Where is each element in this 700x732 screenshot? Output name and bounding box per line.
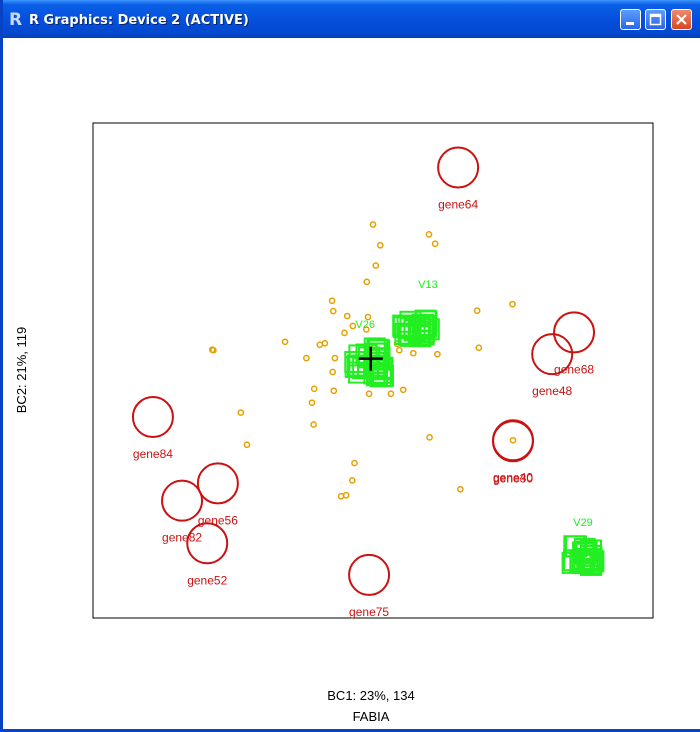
minimize-icon — [626, 22, 634, 25]
gene-point — [310, 385, 318, 393]
gene-point — [372, 262, 380, 269]
gene-point — [457, 485, 464, 493]
close-icon — [676, 14, 687, 25]
gene-label-gene75: gene75 — [349, 605, 389, 619]
gene-point — [328, 297, 336, 305]
gene-point — [509, 436, 517, 444]
y-axis-label: BC2: 21%, 119 — [14, 327, 29, 413]
gene-point — [341, 329, 348, 337]
gene-point — [243, 441, 251, 449]
gene-point — [343, 312, 351, 320]
gene-label-gene82: gene82 — [162, 531, 202, 545]
maximize-icon — [649, 13, 662, 26]
close-button[interactable] — [671, 9, 692, 30]
gene-point — [409, 349, 417, 357]
gene-point — [348, 477, 356, 484]
gene-circle-gene75 — [348, 553, 391, 596]
gene-circle-gene82 — [161, 479, 204, 522]
gene-point — [387, 390, 395, 398]
gene-point — [308, 399, 316, 407]
gene-point — [337, 492, 345, 500]
sample-label: V13 — [418, 279, 438, 291]
gene-point — [303, 354, 310, 362]
r-logo-icon: R — [9, 10, 23, 30]
sample-label: V26 — [355, 319, 375, 331]
gene-circle-gene68 — [553, 311, 596, 354]
window-title: R Graphics: Device 2 (ACTIVE) — [29, 13, 249, 28]
gene-point — [310, 421, 317, 428]
sample-label: V29 — [573, 517, 593, 529]
gene-point — [369, 221, 377, 228]
gene-point — [431, 240, 439, 248]
gene-points-layer — [208, 221, 517, 500]
gene-label-gene68: gene68 — [554, 362, 594, 376]
caption-label: FABIA — [353, 709, 390, 724]
samples-layer: V13 V26 V29 — [344, 279, 605, 576]
gene-label-gene84: gene84 — [133, 447, 173, 461]
gene-point — [376, 241, 384, 249]
gene-point — [329, 368, 337, 376]
gene-point — [509, 300, 516, 308]
gene-point — [330, 387, 338, 395]
gene-point — [351, 459, 358, 467]
gene-point — [426, 433, 433, 441]
gene-point — [395, 346, 403, 354]
minimize-button[interactable] — [620, 9, 641, 30]
biclust-plot: gene64gene68gene48gene84gene40gene30gene… — [14, 122, 654, 724]
gene-point — [331, 354, 339, 362]
gene-point — [321, 339, 329, 347]
x-axis-label: BC1: 23%, 134 — [327, 688, 414, 703]
gene-label-gene64: gene64 — [438, 198, 478, 212]
gene-label-gene30: gene30 — [493, 471, 533, 485]
gene-circle-gene48 — [531, 333, 574, 376]
gene-point — [281, 338, 289, 346]
gene-point — [363, 278, 371, 286]
maximize-button[interactable] — [645, 9, 666, 30]
gene-point — [425, 231, 433, 238]
gene-circle-gene30 — [492, 420, 534, 463]
gene-point — [475, 344, 483, 352]
gene-circle-gene64 — [437, 146, 480, 189]
gene-point — [434, 350, 441, 358]
gene-circle-gene84 — [131, 396, 174, 439]
gene-circle-gene56 — [196, 462, 239, 505]
gene-point — [473, 307, 481, 314]
gene-point — [365, 390, 373, 398]
plot-canvas: gene64 gene68 gene48 gene84 gene40 gene30 gene… — [6, 38, 700, 729]
gene-label-gene48: gene48 — [532, 384, 572, 398]
gene-label-gene52: gene52 — [187, 573, 227, 587]
gene-point — [329, 307, 337, 315]
gene-point — [237, 409, 245, 416]
gene-point — [399, 386, 407, 394]
r-graphics-window: R R Graphics: Device 2 (ACTIVE) gene64 ge… — [0, 0, 700, 732]
title-bar[interactable]: R R Graphics: Device 2 (ACTIVE) — [3, 0, 700, 38]
